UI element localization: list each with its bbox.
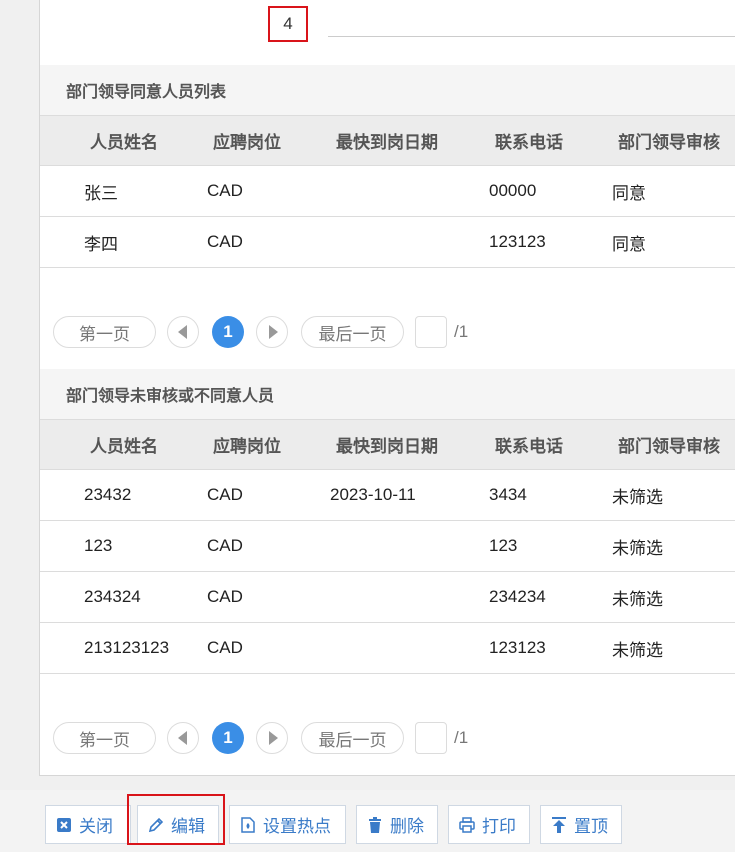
table-header: 人员姓名 应聘岗位 最快到岗日期 联系电话 部门领导审核 bbox=[40, 419, 735, 470]
cell-position: CAD bbox=[207, 485, 243, 504]
trash-icon bbox=[367, 816, 383, 833]
page-jump-input[interactable] bbox=[415, 316, 447, 348]
pager-pending: 第一页 1 最后一页 /1 bbox=[40, 722, 735, 756]
next-arrow-icon bbox=[268, 325, 278, 339]
pager-approved: 第一页 1 最后一页 /1 bbox=[40, 316, 735, 350]
printer-icon bbox=[459, 816, 475, 833]
table-row[interactable]: 李四 CAD 123123 同意 bbox=[40, 217, 735, 268]
cell-review: 未筛选 bbox=[612, 538, 663, 558]
col-earliest-date: 最快到岗日期 bbox=[336, 133, 438, 152]
top-field-underline bbox=[328, 36, 735, 37]
col-name: 人员姓名 bbox=[90, 437, 158, 456]
cell-review: 未筛选 bbox=[612, 487, 663, 507]
cell-review: 同意 bbox=[612, 234, 646, 254]
print-button-label: 打印 bbox=[482, 817, 516, 836]
section-approved-title-text: 部门领导同意人员列表 bbox=[66, 84, 227, 101]
print-button[interactable]: 打印 bbox=[448, 805, 530, 844]
cell-name: 23432 bbox=[84, 485, 132, 504]
cell-phone: 123 bbox=[489, 536, 518, 555]
col-earliest-date: 最快到岗日期 bbox=[336, 437, 438, 456]
cell-position: CAD bbox=[207, 638, 243, 657]
cell-position: CAD bbox=[207, 181, 243, 200]
cell-position: CAD bbox=[207, 587, 243, 606]
col-phone: 联系电话 bbox=[495, 437, 563, 456]
table-row[interactable]: 213123123 CAD 123123 未筛选 bbox=[40, 623, 735, 674]
cell-phone: 3434 bbox=[489, 485, 527, 504]
last-page-button[interactable]: 最后一页 bbox=[301, 722, 404, 754]
cell-phone: 00000 bbox=[489, 181, 537, 200]
pencil-icon bbox=[148, 817, 164, 833]
pin-top-button-label: 置顶 bbox=[574, 817, 608, 836]
close-icon bbox=[56, 817, 72, 833]
next-arrow-icon bbox=[268, 731, 278, 745]
page-total: /1 bbox=[454, 728, 469, 747]
current-page[interactable]: 1 bbox=[212, 316, 244, 348]
next-page-button[interactable] bbox=[256, 722, 288, 754]
delete-button-label: 删除 bbox=[390, 817, 424, 836]
section-pending-title: 部门领导未审核或不同意人员 bbox=[40, 369, 735, 419]
col-position: 应聘岗位 bbox=[213, 133, 281, 152]
page-jump-input[interactable] bbox=[415, 722, 447, 754]
pin-top-button[interactable]: 置顶 bbox=[540, 805, 622, 844]
set-hotspot-button-label: 设置热点 bbox=[263, 817, 331, 836]
last-page-button[interactable]: 最后一页 bbox=[301, 316, 404, 348]
delete-button[interactable]: 删除 bbox=[356, 805, 438, 844]
cell-phone: 123123 bbox=[489, 232, 546, 251]
cell-name: 234324 bbox=[84, 587, 141, 606]
first-page-button[interactable]: 第一页 bbox=[53, 316, 156, 348]
col-phone: 联系电话 bbox=[495, 133, 563, 152]
section-pending-title-text: 部门领导未审核或不同意人员 bbox=[66, 388, 275, 405]
first-page-button[interactable]: 第一页 bbox=[53, 722, 156, 754]
set-hotspot-button[interactable]: 设置热点 bbox=[229, 805, 346, 844]
col-position: 应聘岗位 bbox=[213, 437, 281, 456]
col-review: 部门领导审核 bbox=[618, 133, 720, 152]
cell-review: 未筛选 bbox=[612, 589, 663, 609]
table-header: 人员姓名 应聘岗位 最快到岗日期 联系电话 部门领导审核 bbox=[40, 115, 735, 166]
prev-arrow-icon bbox=[177, 731, 187, 745]
next-page-button[interactable] bbox=[256, 316, 288, 348]
current-page[interactable]: 1 bbox=[212, 722, 244, 754]
cell-name: 123 bbox=[84, 536, 113, 555]
cell-phone: 234234 bbox=[489, 587, 546, 606]
cell-position: CAD bbox=[207, 232, 243, 251]
page-total: /1 bbox=[454, 322, 469, 341]
pending-table: 人员姓名 应聘岗位 最快到岗日期 联系电话 部门领导审核 23432 CAD 2… bbox=[40, 419, 735, 674]
cell-name: 张三 bbox=[84, 183, 118, 203]
col-name: 人员姓名 bbox=[90, 133, 158, 152]
hotspot-icon bbox=[240, 816, 256, 833]
edit-button-label: 编辑 bbox=[171, 817, 205, 836]
prev-page-button[interactable] bbox=[167, 316, 199, 348]
cell-review: 未筛选 bbox=[612, 640, 663, 660]
section-approved-title: 部门领导同意人员列表 bbox=[40, 65, 735, 115]
cell-date: 2023-10-11 bbox=[330, 485, 416, 504]
prev-arrow-icon bbox=[177, 325, 187, 339]
top-field-value[interactable]: 4 bbox=[268, 6, 308, 42]
table-row[interactable]: 123 CAD 123 未筛选 bbox=[40, 521, 735, 572]
close-button-label: 关闭 bbox=[79, 817, 113, 836]
arrow-up-to-top-icon bbox=[551, 816, 567, 833]
table-row[interactable]: 23432 CAD 2023-10-11 3434 未筛选 bbox=[40, 470, 735, 521]
cell-name: 李四 bbox=[84, 234, 118, 254]
table-row[interactable]: 234324 CAD 234234 未筛选 bbox=[40, 572, 735, 623]
prev-page-button[interactable] bbox=[167, 722, 199, 754]
close-button[interactable]: 关闭 bbox=[45, 805, 131, 844]
table-row[interactable]: 张三 CAD 00000 同意 bbox=[40, 166, 735, 217]
cell-name: 213123123 bbox=[84, 638, 170, 657]
cell-position: CAD bbox=[207, 536, 243, 555]
col-review: 部门领导审核 bbox=[618, 437, 720, 456]
content-panel: 部门领导同意人员列表 人员姓名 应聘岗位 最快到岗日期 联系电话 部门领导审核 … bbox=[39, 0, 735, 776]
approved-table: 人员姓名 应聘岗位 最快到岗日期 联系电话 部门领导审核 张三 CAD 0000… bbox=[40, 115, 735, 268]
edit-button[interactable]: 编辑 bbox=[137, 805, 219, 844]
cell-review: 同意 bbox=[612, 183, 646, 203]
cell-phone: 123123 bbox=[489, 638, 546, 657]
